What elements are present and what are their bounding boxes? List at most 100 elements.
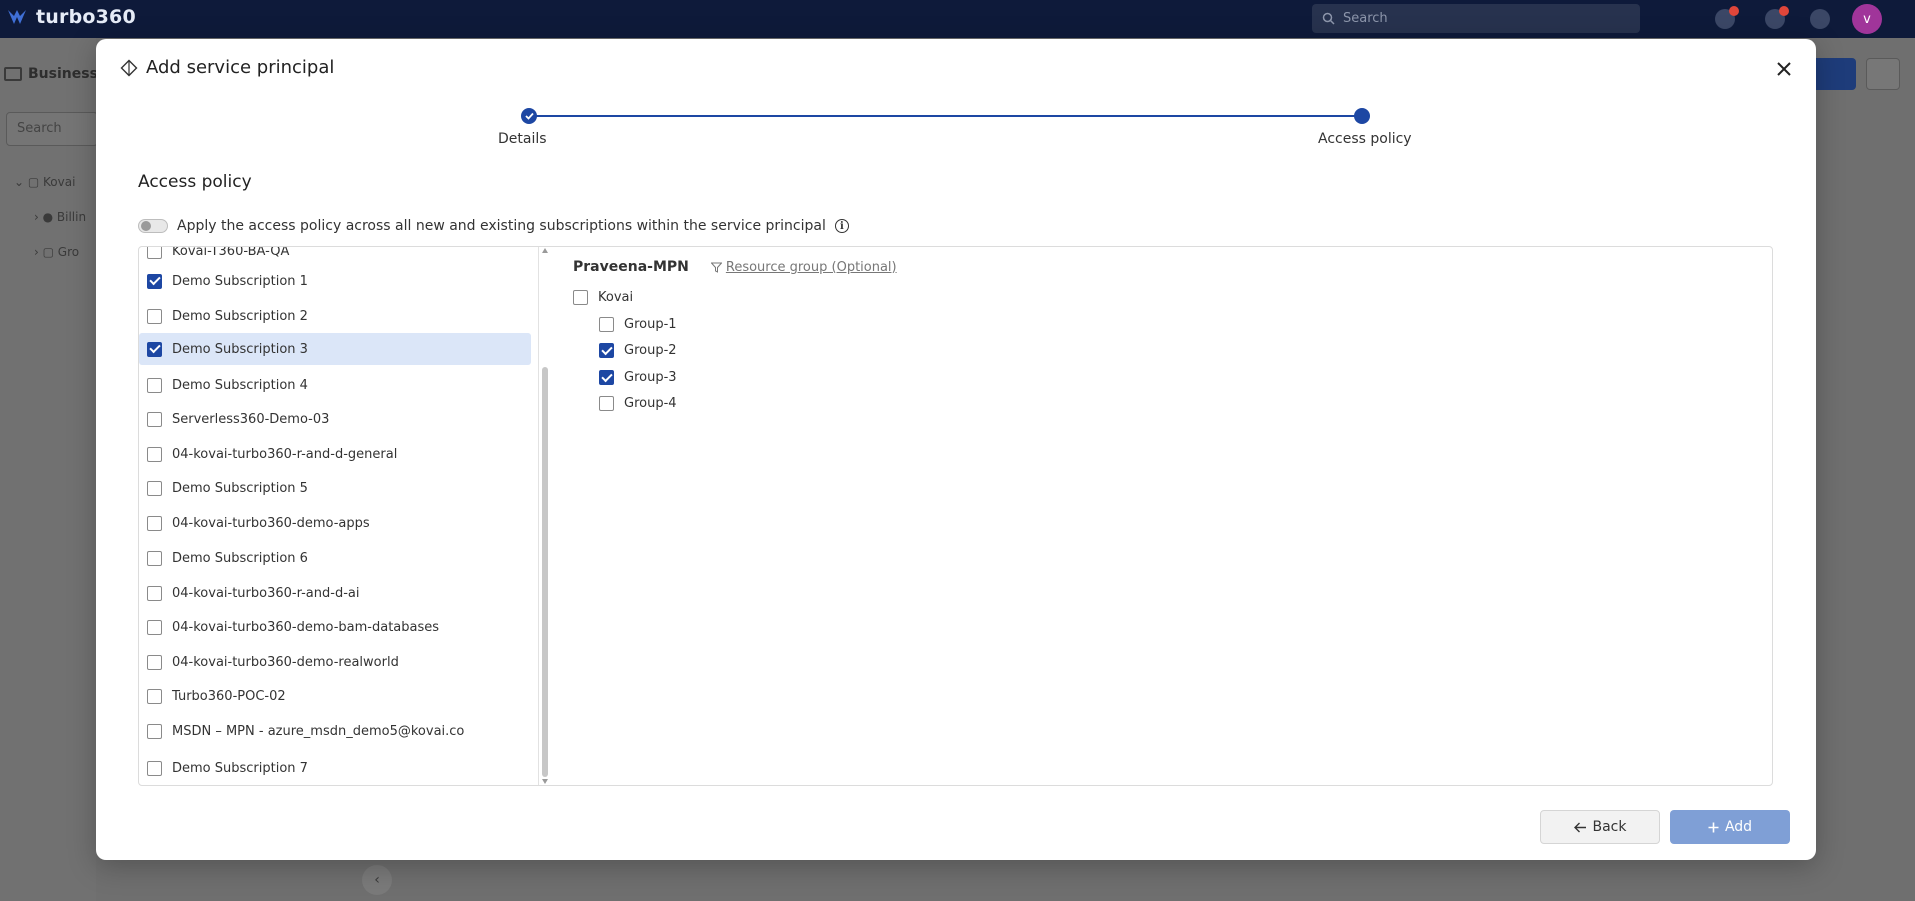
subscription-item-selected[interactable]: Demo Subscription 3 [139, 333, 531, 365]
subscription-checkbox[interactable] [147, 247, 162, 259]
resource-group-item[interactable]: Group-1 [599, 317, 677, 332]
stepper-line [528, 115, 1358, 117]
back-button[interactable]: Back [1540, 810, 1660, 844]
tree-item-root[interactable]: Kovai [573, 290, 633, 305]
service-principal-icon [120, 59, 138, 76]
subscription-checkbox[interactable] [147, 446, 162, 462]
subscription-checkbox[interactable] [147, 411, 162, 427]
close-icon [1777, 62, 1791, 76]
check-icon [524, 112, 534, 120]
subscription-item[interactable]: Demo Subscription 6 [139, 542, 531, 574]
app-topbar: turbo360 Search v [0, 0, 1915, 38]
subscription-label: Demo Subscription 4 [172, 377, 308, 393]
resource-group-item[interactable]: Group-4 [599, 396, 677, 411]
step-details-completed[interactable] [521, 108, 537, 124]
subscription-list[interactable]: Kovai-T360-BA-QA Demo Subscription 1 Dem… [139, 247, 539, 785]
add-button[interactable]: Add [1670, 810, 1790, 844]
bell-icon[interactable] [1765, 6, 1789, 29]
resource-group-label: Group-4 [624, 396, 677, 411]
subscription-checkbox[interactable] [147, 688, 162, 704]
add-button-label: Add [1724, 819, 1753, 835]
subscription-checkbox[interactable] [147, 585, 162, 601]
subscription-checkbox[interactable] [147, 308, 162, 324]
tree-item-label: Kovai [598, 290, 634, 305]
subscription-label: MSDN – MPN - azure_msdn_demo5@kovai.co [172, 723, 465, 739]
subscription-checkbox[interactable] [147, 480, 162, 496]
arrow-left-icon [1573, 822, 1586, 832]
subscription-item[interactable]: Demo Subscription 2 [139, 300, 531, 332]
notification-badge [1729, 6, 1739, 16]
resource-group-item[interactable]: Group-2 [599, 343, 677, 358]
subscription-item[interactable]: 04-kovai-turbo360-demo-bam-databases [139, 611, 531, 643]
turbo360-logo-icon [8, 10, 26, 24]
subscription-label: Serverless360-Demo-03 [172, 411, 330, 427]
subscription-item[interactable]: Serverless360-Demo-03 [139, 403, 531, 435]
add-service-principal-modal: Add service principal Details Access pol… [96, 39, 1816, 860]
modal-title: Add service principal [146, 57, 335, 78]
sidebar-collapse-button[interactable]: ‹ [362, 865, 392, 895]
resource-group-checkbox[interactable] [599, 343, 614, 358]
stepper: Details Access policy [498, 107, 1456, 157]
subscription-checkbox[interactable] [147, 619, 162, 635]
apply-policy-toggle[interactable] [138, 219, 168, 233]
subscription-checkbox[interactable] [147, 723, 162, 739]
subscription-item[interactable]: 04-kovai-turbo360-r-and-d-general [139, 438, 531, 470]
bg-tree-item[interactable]: ⌄ ▢ Kovai [14, 165, 86, 200]
subscription-label: Kovai-T360-BA-QA [172, 247, 290, 259]
subscription-checkbox[interactable] [147, 760, 162, 776]
app-logo[interactable]: turbo360 [6, 6, 136, 28]
bg-tree-item[interactable]: › ▢ Gro [14, 235, 86, 270]
subscription-item[interactable]: Kovai-T360-BA-QA [139, 247, 531, 267]
subscription-item[interactable]: Turbo360-POC-02 [139, 680, 531, 712]
subscription-item[interactable]: Demo Subscription 1 [139, 265, 531, 297]
bg-refresh-button[interactable] [1866, 58, 1900, 90]
subscription-label: Demo Subscription 1 [172, 273, 308, 289]
resource-group-checkbox[interactable] [599, 370, 614, 385]
subscription-item[interactable]: 04-kovai-turbo360-r-and-d-ai [139, 577, 531, 609]
announcement-icon[interactable] [1715, 6, 1739, 29]
settings-icon[interactable] [1810, 9, 1830, 29]
notification-badge [1779, 6, 1789, 16]
apply-policy-row: Apply the access policy across all new a… [138, 218, 849, 234]
resource-group-filter[interactable]: Resource group (Optional) [710, 259, 897, 275]
subscription-item[interactable]: Demo Subscription 5 [139, 472, 531, 504]
avatar[interactable]: v [1852, 4, 1882, 34]
subscription-item[interactable]: 04-kovai-turbo360-demo-apps [139, 507, 531, 539]
subscription-checkbox[interactable] [147, 550, 162, 566]
resource-group-checkbox[interactable] [599, 317, 614, 332]
close-button[interactable] [1772, 57, 1796, 81]
subscription-checkbox[interactable] [147, 273, 162, 289]
resource-group-pane: Praveena-MPN Resource group (Optional) K… [549, 247, 1771, 785]
resource-group-filter-label: Resource group (Optional) [725, 259, 897, 275]
business-icon [4, 67, 22, 81]
bg-section-title: Business [4, 66, 98, 82]
subscription-checkbox[interactable] [147, 654, 162, 670]
scrollbar-thumb[interactable] [542, 367, 548, 777]
subscription-label: Turbo360-POC-02 [172, 688, 286, 704]
subscription-label: Demo Subscription 6 [172, 550, 308, 566]
bg-search-input[interactable]: Search [6, 112, 98, 146]
chevron-left-icon: ‹ [374, 872, 380, 888]
subscription-label: Demo Subscription 2 [172, 308, 308, 324]
resource-group-item[interactable]: Group-3 [599, 370, 677, 385]
scroll-down-icon[interactable] [542, 779, 548, 784]
global-search-input[interactable]: Search [1312, 4, 1640, 33]
subscription-checkbox[interactable] [147, 377, 162, 393]
subscription-list-scrollbar[interactable] [541, 247, 549, 785]
subscription-checkbox[interactable] [147, 515, 162, 531]
subscription-item[interactable]: 04-kovai-turbo360-demo-realworld [139, 646, 531, 678]
subscription-item[interactable]: Demo Subscription 7 [139, 752, 531, 784]
root-checkbox[interactable] [573, 290, 588, 305]
subscription-checkbox[interactable] [147, 341, 162, 357]
step-label-details: Details [498, 131, 547, 147]
subscription-item[interactable]: MSDN – MPN - azure_msdn_demo5@kovai.co [139, 715, 531, 747]
subscription-label: Demo Subscription 3 [172, 341, 308, 357]
scroll-up-icon[interactable] [542, 248, 548, 253]
step-access-policy-active[interactable] [1354, 108, 1370, 124]
info-icon[interactable]: i [834, 219, 849, 233]
subscription-item[interactable]: Demo Subscription 4 [139, 369, 531, 401]
bg-tree-item[interactable]: › ● Billin [14, 200, 86, 235]
resource-group-checkbox[interactable] [599, 396, 614, 411]
subscription-label: 04-kovai-turbo360-r-and-d-general [172, 446, 398, 462]
modal-header: Add service principal [120, 57, 334, 78]
